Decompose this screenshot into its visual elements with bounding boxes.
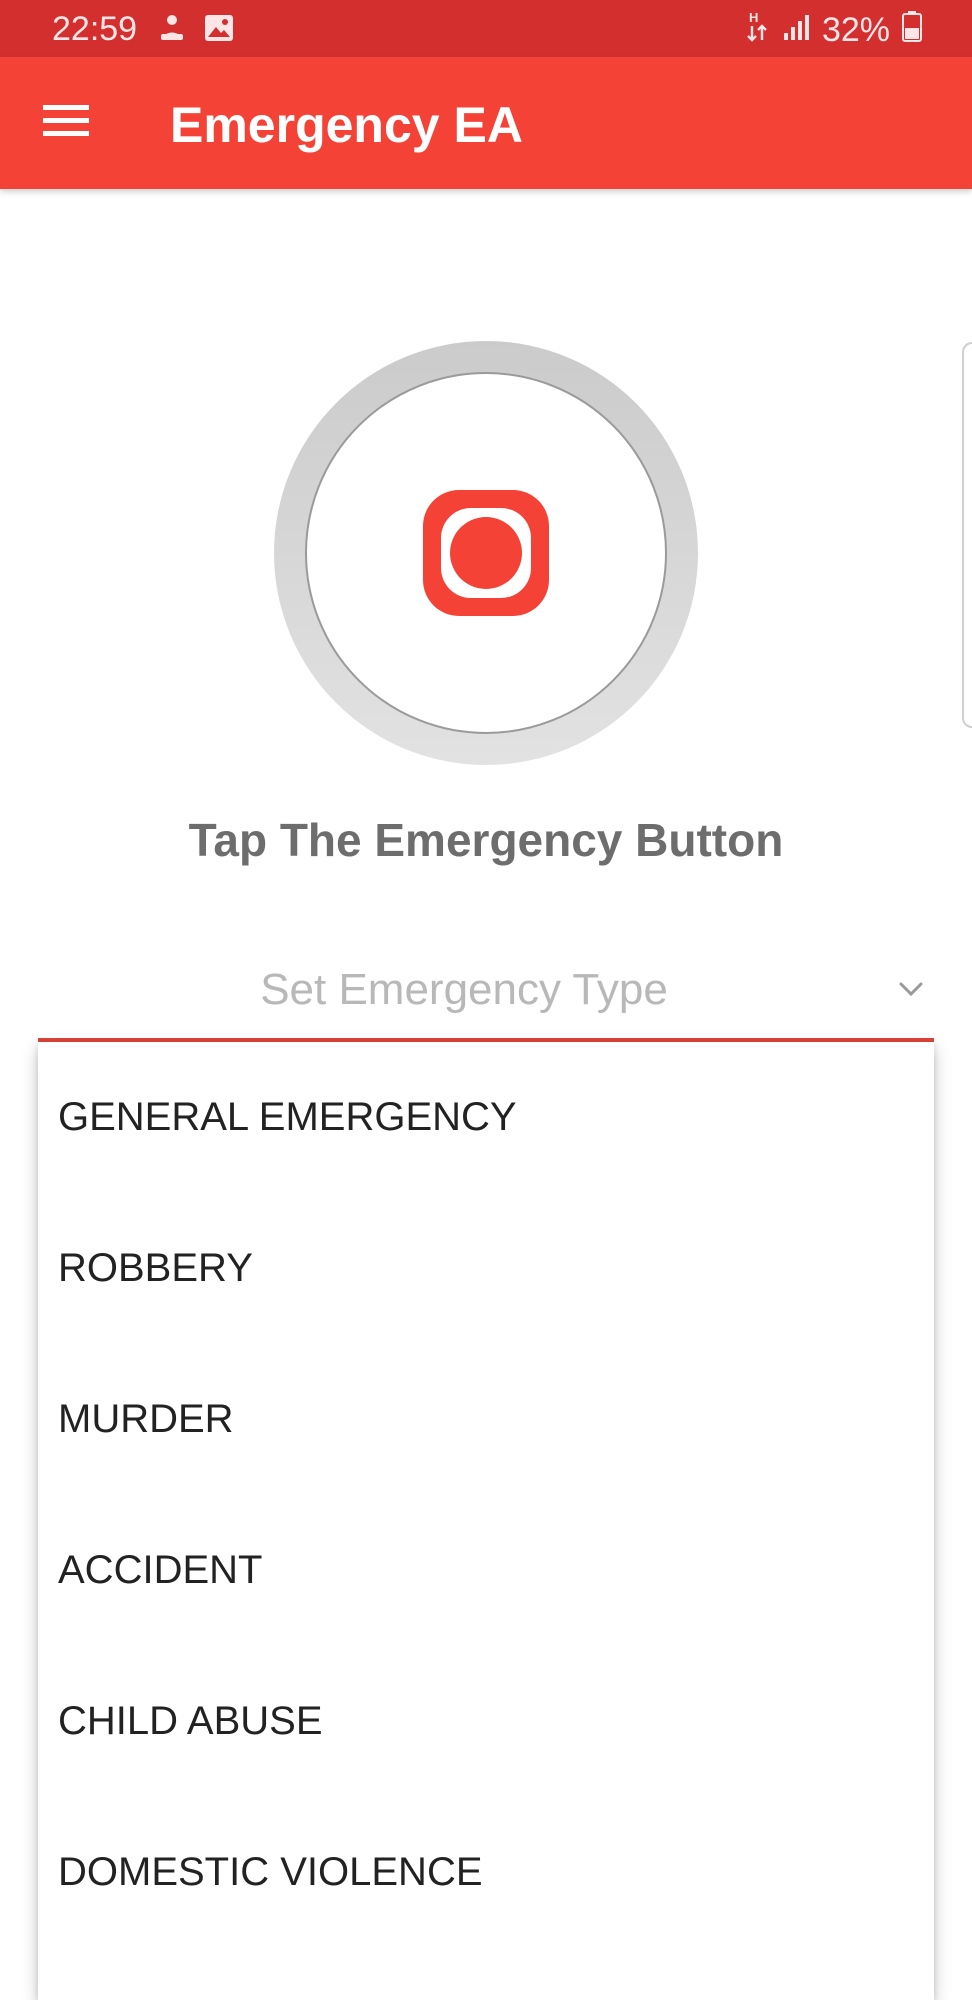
app-bar: Emergency EA [0,57,972,189]
emergency-prompt: Tap The Emergency Button [188,814,784,866]
battery-percentage: 32% [821,11,890,49]
signal-icon [782,11,810,49]
emergency-type-placeholder: Set Emergency Type [260,965,668,1014]
dropdown-option-robbery[interactable]: ROBBERY [38,1193,934,1344]
network-type-icon: H [746,10,770,50]
svg-text:H: H [749,10,758,25]
image-notification-icon [204,14,234,47]
emergency-type-select[interactable]: Set Emergency Type [38,950,934,1042]
emergency-type-dropdown: GENERAL EMERGENCY ROBBERY MURDER ACCIDEN… [38,1042,934,2000]
menu-button[interactable] [26,87,106,159]
record-stop-icon [423,490,549,616]
notification-icons [160,14,234,47]
dropdown-option-child-abuse[interactable]: CHILD ABUSE [38,1646,934,1797]
status-time: 22:59 [52,10,138,48]
dropdown-option-general-emergency[interactable]: GENERAL EMERGENCY [38,1042,934,1193]
status-bar: 22:59 H 32% [0,0,972,57]
dropdown-option-domestic-violence[interactable]: DOMESTIC VIOLENCE [38,1797,934,1948]
emergency-button[interactable] [273,340,699,766]
person-notification-icon [160,14,184,47]
chevron-down-icon [896,978,926,1000]
app-title: Emergency EA [170,97,523,153]
system-indicators: H 32% [746,10,922,50]
battery-icon [902,10,922,50]
dropdown-option-accident[interactable]: ACCIDENT [38,1495,934,1646]
dropdown-option-murder[interactable]: MURDER [38,1344,934,1495]
side-drawer-handle[interactable] [962,342,972,728]
hamburger-menu-icon [43,104,89,142]
